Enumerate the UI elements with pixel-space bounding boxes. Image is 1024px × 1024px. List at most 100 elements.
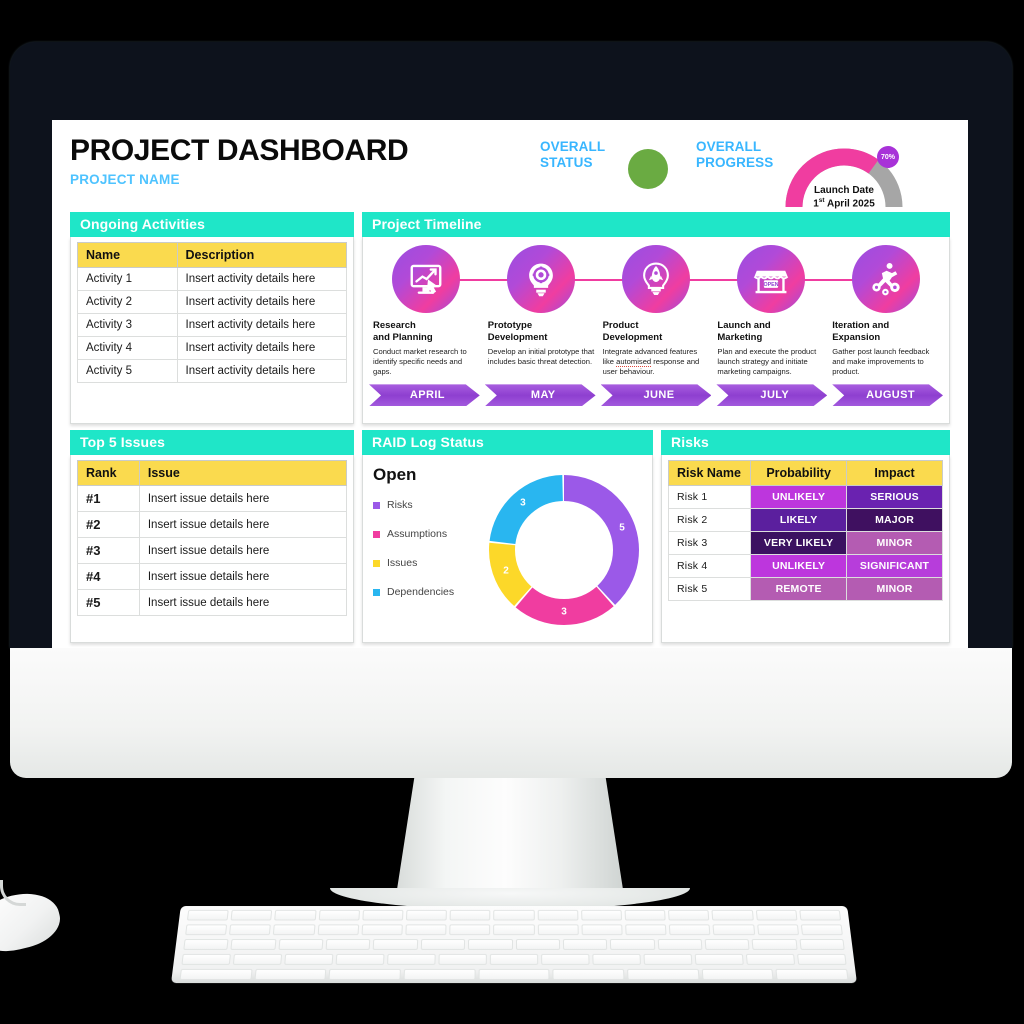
monitor-bezel: PROJECT DASHBOARD PROJECT NAME OVERALL S… <box>10 42 1012 652</box>
project-name-subtitle: PROJECT NAME <box>70 171 180 187</box>
legend-item: Dependencies <box>373 586 484 598</box>
keyboard-key <box>468 939 513 950</box>
keyboard-key <box>229 924 272 936</box>
panel-risks: Risks Risk Name Probability Impact Risk … <box>661 430 950 643</box>
risk-name: Risk 3 <box>667 531 752 555</box>
keyboard-key <box>362 909 404 921</box>
table-row: Activity 1 Insert activity details here <box>77 267 348 291</box>
keyboard-key <box>624 909 666 921</box>
timeline-track: Research and Planning Conduct market resea… <box>369 245 943 377</box>
panel-title-raid-log-status: RAID Log Status <box>362 430 653 455</box>
legend-item: Assumptions <box>373 528 484 540</box>
issue-text: Insert issue details here <box>138 563 348 590</box>
issue-text: Insert issue details here <box>138 537 348 564</box>
keyboard-key <box>755 909 798 921</box>
panel-body-ongoing-activities: Name Description Activity 1 Insert activi… <box>70 237 354 424</box>
issue-rank: #5 <box>77 589 140 616</box>
project-dashboard: PROJECT DASHBOARD PROJECT NAME OVERALL S… <box>52 120 968 652</box>
timeline-step-title: Iteration and Expansion <box>832 320 890 344</box>
activity-name: Activity 2 <box>77 290 178 314</box>
risk-probability: VERY LIKELY <box>750 531 848 555</box>
risk-probability: REMOTE <box>750 577 848 601</box>
timeline-month-ribbon[interactable]: JULY <box>716 384 827 406</box>
keyboard-key <box>449 924 491 936</box>
raid-legend: Open Risks Assumptions Issues Dependencies <box>373 465 484 634</box>
launch-date-label: Launch Date <box>813 184 874 196</box>
panel-title-risks: Risks <box>661 430 950 455</box>
timeline-month-ribbon[interactable]: APRIL <box>369 384 480 406</box>
keyboard-key <box>185 924 228 936</box>
lightbulb-gear-icon <box>507 245 576 313</box>
timeline-step-description: Plan and execute the product launch stra… <box>717 347 817 377</box>
legend-label: Risks <box>387 499 413 511</box>
activity-description: Insert activity details here <box>176 267 348 291</box>
timeline-step-description: Integrate advanced features like automis… <box>602 347 700 377</box>
legend-label: Dependencies <box>387 586 455 598</box>
risk-impact: MAJOR <box>846 508 943 532</box>
keyboard-key <box>562 939 608 950</box>
issue-rank: #4 <box>77 563 140 590</box>
keyboard-key <box>541 953 590 965</box>
risk-probability: LIKELY <box>750 508 848 532</box>
timeline-month-ribbon[interactable]: MAY <box>485 384 596 406</box>
issue-text: Insert issue details here <box>138 511 348 538</box>
keyboard-key <box>387 953 436 965</box>
gauge-launch-text: Launch Date 1st April 2025 <box>780 185 908 211</box>
timeline-step-description: Develop an initial prototype that includ… <box>487 347 595 367</box>
keyboard-key <box>438 953 487 965</box>
activity-name: Activity 1 <box>77 267 178 291</box>
keyboard-key <box>799 909 842 921</box>
keyboard-key <box>515 939 560 950</box>
keyboard-key <box>420 939 466 950</box>
table-row: #5 Insert issue details here <box>77 589 348 616</box>
keyboard-key <box>274 909 317 921</box>
donut-slice-value: 3 <box>561 606 567 617</box>
keyboard-key <box>328 968 401 981</box>
keyboard-key <box>489 953 539 965</box>
keyboard-key <box>537 924 579 936</box>
timeline-step[interactable]: Prototype Development Develop an initial p… <box>484 245 599 377</box>
panel-body-top-issues: Rank Issue #1 Insert issue details here #2… <box>70 455 354 643</box>
keyboard-key <box>701 968 774 981</box>
table-header-row: Name Description <box>77 242 348 268</box>
risk-impact: SERIOUS <box>846 485 943 509</box>
keyboard-key <box>537 909 579 921</box>
activity-description: Insert activity details here <box>176 290 348 314</box>
timeline-step-title: Prototype Development <box>487 320 548 344</box>
legend-swatch <box>373 501 380 509</box>
keyboard-key <box>712 924 755 936</box>
keyboard-key <box>704 939 750 950</box>
timeline-step-title: Launch and Marketing <box>717 320 771 344</box>
keyboard-key <box>799 939 845 950</box>
table-row: Risk 1 UNLIKELY SERIOUS <box>667 485 943 509</box>
activity-name: Activity 4 <box>77 336 178 360</box>
keyboard-key <box>756 924 799 936</box>
timeline-month-ribbons: APRIL MAY JUNE JULY AUGUST <box>369 384 943 406</box>
timeline-month-ribbon[interactable]: AUGUST <box>832 384 943 406</box>
keyboard-key <box>643 953 693 965</box>
table-row: #2 Insert issue details here <box>77 511 348 538</box>
keyboard-row <box>173 953 854 965</box>
status-indicator-dot <box>628 149 668 189</box>
keyboard-key <box>405 909 448 921</box>
timeline-month-ribbon[interactable]: JUNE <box>601 384 712 406</box>
timeline-step[interactable]: Product Development Integrate advanced fea… <box>599 245 714 377</box>
risk-impact: SIGNIFICANT <box>846 554 943 578</box>
legend-swatch <box>373 530 380 538</box>
risk-name: Risk 4 <box>667 554 752 578</box>
keyboard-key <box>273 924 316 936</box>
timeline-step[interactable]: Iteration and Expansion Gather post launch… <box>828 245 943 377</box>
overall-status-label: OVERALL STATUS <box>540 139 605 170</box>
raid-donut-chart: 5 3 2 3 <box>484 470 644 630</box>
risk-probability: UNLIKELY <box>750 485 848 509</box>
keyboard-key <box>317 924 359 936</box>
timeline-step[interactable]: Research and Planning Conduct market resea… <box>369 245 484 377</box>
table-row: Risk 5 REMOTE MINOR <box>667 577 943 601</box>
keyboard-key <box>800 924 843 936</box>
legend-swatch <box>373 559 380 567</box>
column-header-description: Description <box>176 242 348 268</box>
timeline-step[interactable]: OPEN Launch and Marketing Plan and execute … <box>713 245 828 377</box>
issue-rank: #1 <box>77 485 140 512</box>
keyboard-key <box>278 939 324 950</box>
column-header-issue: Issue <box>138 460 348 486</box>
